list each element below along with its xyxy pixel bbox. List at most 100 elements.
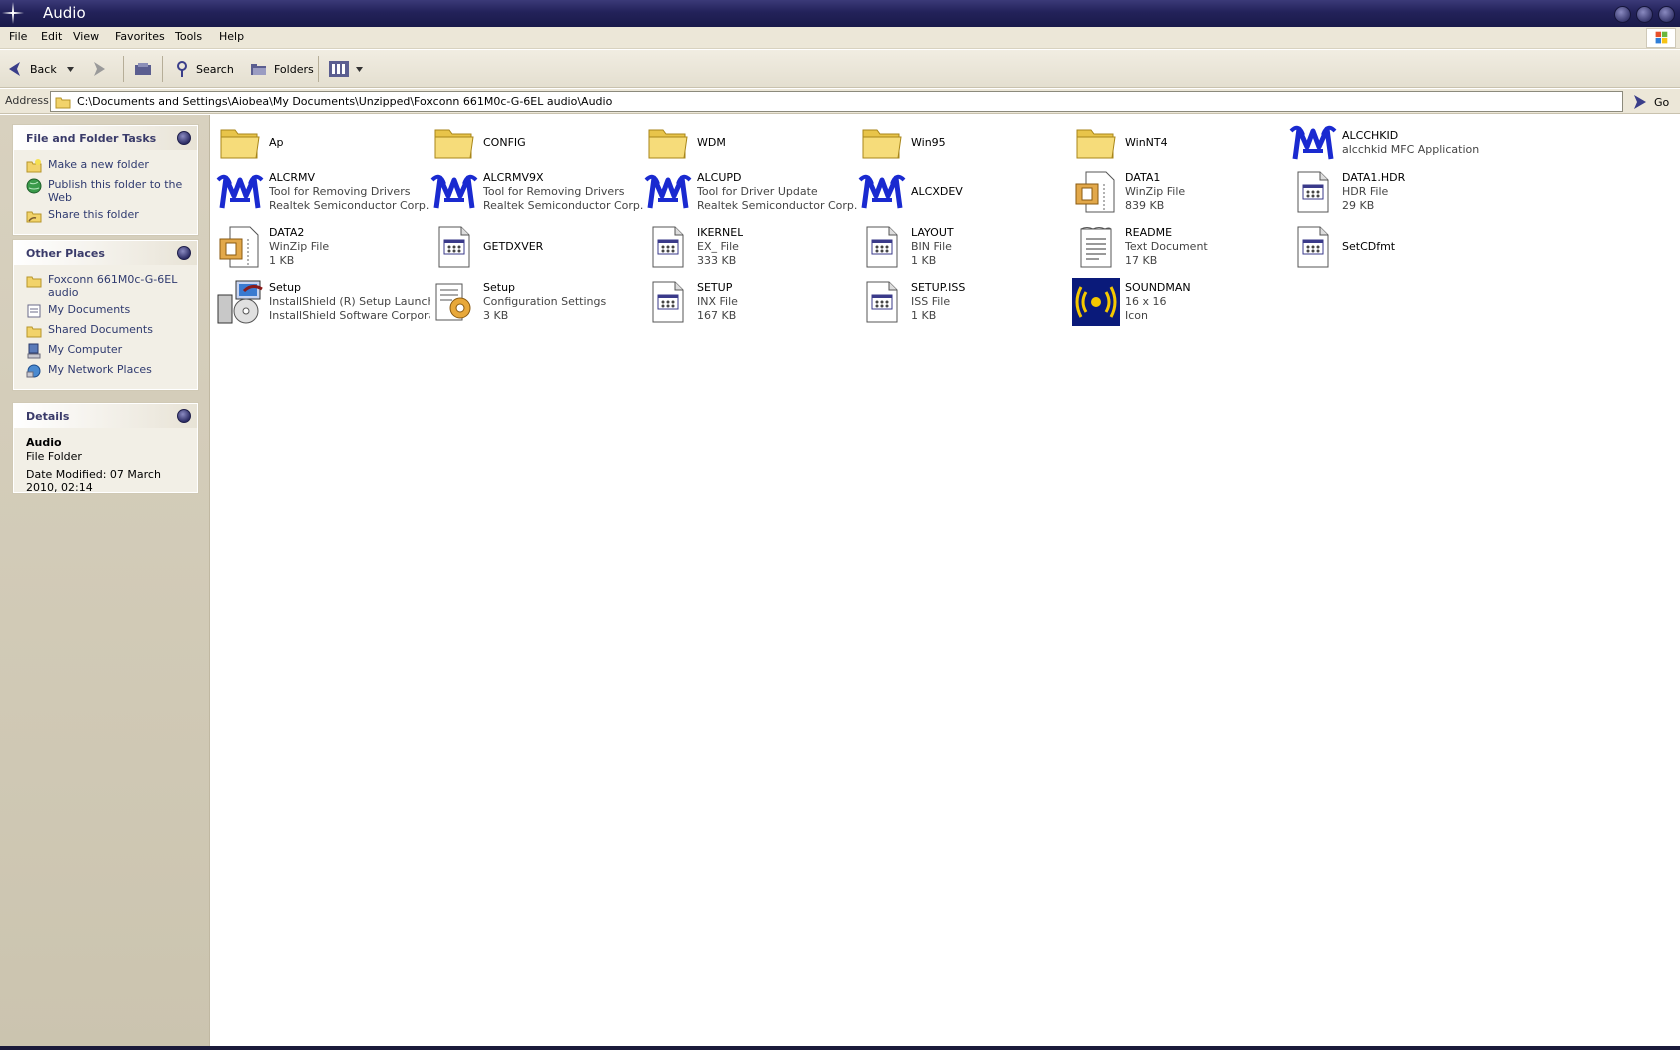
text-document-icon [1071, 222, 1121, 272]
file-item[interactable]: IKERNEL EX_ File 333 KB [643, 221, 858, 273]
place-shared-documents-link[interactable]: Shared Documents [26, 323, 197, 339]
file-line3: 29 KB [1342, 199, 1375, 212]
menu-tools[interactable]: Tools [175, 30, 202, 43]
file-line3: InstallShield Software Corpora... [269, 309, 430, 322]
file-name: IKERNEL [697, 226, 744, 239]
address-path: C:\Documents and Settings\Aiobea\My Docu… [77, 95, 613, 108]
place-my-computer-link[interactable]: My Computer [26, 343, 197, 359]
details-panel: Details Audio File Folder Date Modified:… [13, 403, 198, 494]
back-label: Back [30, 62, 57, 76]
file-item[interactable]: SETUP INX File 167 KB [643, 276, 858, 328]
winzip-icon [1071, 167, 1121, 217]
publish-folder-link[interactable]: Publish this folder to the Web [26, 178, 197, 204]
file-item[interactable]: WDM [643, 117, 858, 169]
generic-file-icon [857, 222, 907, 272]
folders-button[interactable]: Folders [250, 59, 314, 79]
file-name: SOUNDMAN [1125, 281, 1191, 294]
file-line3: 167 KB [697, 309, 737, 322]
file-line2: Tool for Removing Drivers [483, 185, 625, 198]
file-item[interactable]: SOUNDMAN 16 x 16 Icon [1071, 276, 1286, 328]
file-item[interactable]: DATA1 WinZip File 839 KB [1071, 166, 1286, 218]
file-line3: Realtek Semiconductor Corp. [697, 199, 858, 212]
window-title: Audio [43, 4, 86, 22]
make-new-folder-link[interactable]: Make a new folder [26, 158, 197, 174]
share-folder-link[interactable]: Share this folder [26, 208, 197, 224]
minimize-button[interactable] [1614, 6, 1631, 23]
task-pane: File and Folder Tasks Make a new folder … [0, 115, 210, 1050]
views-button[interactable] [328, 59, 369, 79]
file-line3: 1 KB [911, 254, 937, 267]
back-button[interactable]: Back [6, 59, 57, 79]
menu-file[interactable]: File [9, 30, 27, 43]
file-item[interactable]: ALCUPD Tool for Driver Update Realtek Semi… [643, 166, 858, 218]
folder-icon [643, 118, 693, 168]
network-places-icon [26, 364, 41, 378]
folder-icon [857, 118, 907, 168]
file-folder-tasks-panel: File and Folder Tasks Make a new folder … [13, 125, 198, 235]
menu-help[interactable]: Help [219, 30, 244, 43]
file-line3: 17 KB [1125, 254, 1158, 267]
maximize-button[interactable] [1636, 6, 1653, 23]
file-line2: InstallShield (R) Setup Launcher [269, 295, 430, 308]
back-dropdown-button[interactable] [67, 59, 80, 79]
file-item[interactable]: SetCDfmt [1288, 221, 1503, 273]
file-item[interactable]: DATA2 WinZip File 1 KB [215, 221, 430, 273]
file-name: GETDXVER [483, 240, 544, 253]
menu-favorites[interactable]: Favorites [115, 30, 165, 43]
close-button[interactable] [1658, 6, 1675, 23]
menu-view[interactable]: View [73, 30, 99, 43]
address-field[interactable]: C:\Documents and Settings\Aiobea\My Docu… [50, 91, 1623, 112]
file-item[interactable]: LAYOUT BIN File 1 KB [857, 221, 1072, 273]
file-item[interactable]: CONFIG [429, 117, 644, 169]
folder-icon [429, 118, 479, 168]
file-item[interactable]: Ap [215, 117, 430, 169]
details-title: Details [26, 409, 70, 423]
address-folder-icon [55, 97, 71, 108]
collapse-details-button[interactable] [177, 409, 191, 423]
place-parent-folder-link[interactable]: Foxconn 661M0c-G-6EL audio [26, 273, 197, 299]
folder-icon [1071, 118, 1121, 168]
file-line2: WinZip File [1125, 185, 1186, 198]
other-places-panel: Other Places Foxconn 661M0c-G-6EL audio … [13, 240, 198, 390]
file-folder-tasks-header[interactable]: File and Folder Tasks [14, 126, 197, 150]
file-item[interactable]: Win95 [857, 117, 1072, 169]
menu-edit[interactable]: Edit [41, 30, 62, 43]
folders-label: Folders [274, 62, 314, 76]
folder-icon [215, 118, 265, 168]
place-my-documents-link[interactable]: My Documents [26, 303, 197, 319]
views-icon [329, 61, 349, 77]
my-computer-icon [27, 343, 41, 359]
winzip-icon [215, 222, 265, 272]
menu-bar: File Edit View Favorites Tools Help [0, 27, 1680, 49]
file-item[interactable]: ALCRMV9X Tool for Removing Drivers Realtek… [429, 166, 644, 218]
address-label: Address [5, 94, 49, 107]
collapse-tasks-button[interactable] [177, 131, 191, 145]
details-name: Audio [26, 436, 62, 449]
other-places-header[interactable]: Other Places [14, 241, 197, 265]
file-item[interactable]: ALCXDEV [857, 166, 1072, 218]
up-folder-button[interactable] [134, 59, 158, 79]
collapse-places-button[interactable] [177, 246, 191, 260]
new-folder-icon [26, 159, 42, 173]
place-network-places-link[interactable]: My Network Places [26, 363, 197, 379]
file-item[interactable]: WinNT4 [1071, 117, 1286, 169]
file-item[interactable]: ALCCHKID alcchkid MFC Application [1288, 117, 1503, 169]
file-item[interactable]: Setup Configuration Settings 3 KB [429, 276, 644, 328]
forward-button[interactable] [90, 59, 114, 79]
file-item[interactable]: GETDXVER [429, 221, 644, 273]
realtek-icon [429, 167, 479, 217]
file-name: ALCCHKID [1342, 129, 1399, 142]
file-item[interactable]: DATA1.HDR HDR File 29 KB [1288, 166, 1503, 218]
file-item[interactable]: SETUP.ISS ISS File 1 KB [857, 276, 1072, 328]
search-button[interactable]: Search [176, 59, 234, 79]
file-name: Win95 [911, 136, 946, 149]
file-item[interactable]: ALCRMV Tool for Removing Drivers Realtek S… [215, 166, 430, 218]
generic-file-icon [1288, 167, 1338, 217]
file-line2: Text Document [1125, 240, 1208, 253]
forward-arrow-icon [94, 62, 105, 76]
file-item[interactable]: Setup InstallShield (R) Setup Launcher Ins… [215, 276, 430, 328]
file-item[interactable]: README Text Document 17 KB [1071, 221, 1286, 273]
realtek-icon [1288, 118, 1338, 168]
go-button[interactable]: Go [1631, 93, 1669, 111]
details-header[interactable]: Details [14, 404, 197, 428]
